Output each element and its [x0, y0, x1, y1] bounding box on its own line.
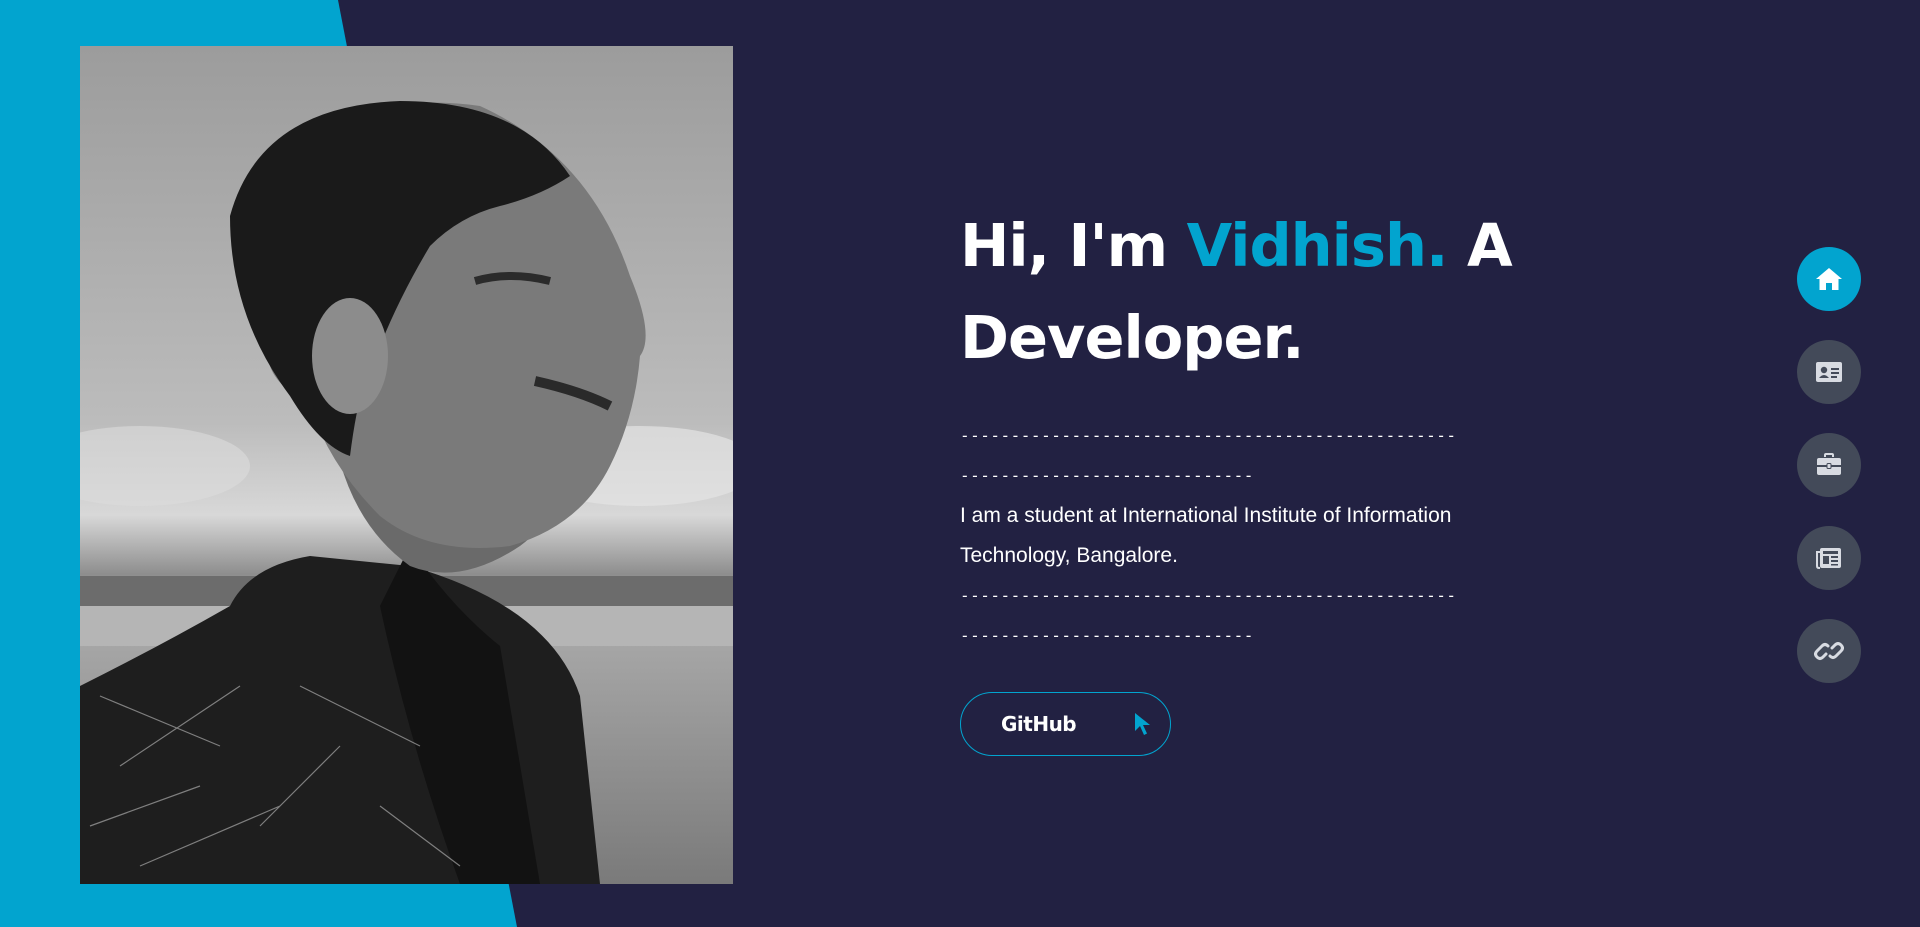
- divider-bottom-line-2: -----------------------------: [960, 626, 1254, 645]
- divider-top: ----------------------------------------…: [960, 416, 1554, 496]
- nav-item-home[interactable]: [1797, 247, 1861, 311]
- nav-item-links[interactable]: [1797, 619, 1861, 683]
- divider-bottom-line-1: ----------------------------------------…: [960, 586, 1457, 605]
- id-card-icon: [1816, 362, 1842, 382]
- profile-photo: [80, 46, 733, 884]
- nav-item-blog[interactable]: [1797, 526, 1861, 590]
- page: Hi, I'm Vidhish. A Developer. -----------…: [0, 0, 1920, 927]
- hero-name: Vidhish.: [1186, 211, 1449, 280]
- hero-role: Developer.: [960, 303, 1305, 372]
- link-icon: [1814, 642, 1844, 660]
- cursor-icon: [1134, 712, 1152, 736]
- home-icon: [1816, 268, 1842, 290]
- divider-top-line-1: ----------------------------------------…: [960, 426, 1457, 445]
- bio-text: I am a student at International Institut…: [960, 504, 1452, 567]
- divider-top-line-2: -----------------------------: [960, 466, 1254, 485]
- nav-item-about[interactable]: [1797, 340, 1861, 404]
- github-button[interactable]: GitHub: [960, 692, 1171, 756]
- hero-greeting: Hi, I'm: [960, 211, 1187, 280]
- github-button-label: GitHub: [1001, 712, 1077, 736]
- hero-role-prefix: A: [1447, 211, 1513, 280]
- hero-title: Hi, I'm Vidhish. A Developer.: [960, 200, 1560, 384]
- newspaper-icon: [1816, 548, 1841, 569]
- briefcase-icon: [1817, 453, 1841, 475]
- side-nav: [1797, 247, 1861, 712]
- nav-item-work[interactable]: [1797, 433, 1861, 497]
- divider-bottom: ----------------------------------------…: [960, 576, 1554, 656]
- hero: Hi, I'm Vidhish. A Developer. -----------…: [960, 200, 1560, 756]
